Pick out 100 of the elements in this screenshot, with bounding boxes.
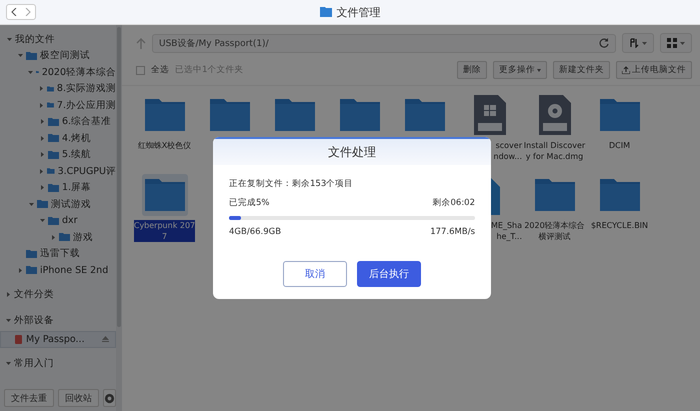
action-button[interactable]: 上传电脑文件 — [616, 61, 692, 79]
device-item[interactable]: My Passpo... — [0, 330, 116, 348]
folder-icon — [600, 179, 640, 211]
folder-icon — [274, 99, 314, 131]
section-header[interactable]: 文件分类 — [0, 284, 116, 304]
tree-item[interactable]: 游戏 — [0, 229, 116, 246]
caret-down-icon[interactable] — [18, 53, 22, 58]
sort-icon — [629, 38, 639, 48]
caret-down-icon[interactable] — [6, 361, 11, 366]
settings-icon — [104, 392, 115, 404]
folder-icon — [37, 200, 48, 208]
folder-icon — [404, 99, 444, 131]
caret-down-icon — [680, 42, 685, 44]
window-title: 文件管理 — [336, 4, 380, 20]
tree-item[interactable]: 8.实际游戏测 — [0, 80, 116, 97]
tree-item[interactable]: 测试游戏 — [0, 196, 116, 212]
settings-button[interactable] — [103, 389, 116, 407]
caret-right-icon[interactable] — [18, 268, 22, 273]
grid-icon — [667, 38, 677, 48]
folder-icon — [534, 179, 574, 211]
folder-icon — [26, 266, 37, 274]
tree-item[interactable]: 5.续航 — [0, 146, 116, 163]
caret-right-icon[interactable] — [40, 152, 44, 158]
path-field[interactable]: USB设备/My Passport(1)/ — [152, 34, 616, 52]
tree-item[interactable]: 3.CPUGPU评 — [0, 163, 116, 180]
forward-icon — [25, 8, 31, 16]
folder-icon — [144, 179, 184, 211]
tree-item[interactable]: 6.综合基准 — [0, 114, 116, 130]
folder-icon — [47, 167, 55, 176]
action-button[interactable]: 删除 — [457, 61, 487, 79]
eject-icon[interactable] — [102, 336, 109, 342]
caret-down-icon[interactable] — [6, 318, 11, 323]
file-name: Install Discover y for Mac.dmg — [524, 140, 586, 162]
caret-down-icon — [642, 42, 647, 44]
tree-item[interactable]: 2020轻薄本综合 — [0, 64, 116, 80]
folder-icon — [48, 118, 59, 126]
select-all-checkbox[interactable] — [136, 66, 145, 74]
tree-item[interactable]: iPhone SE 2nd — [0, 262, 116, 278]
action-button[interactable]: 更多操作 — [493, 61, 547, 79]
transfer-speed: 177.6MB/s — [430, 227, 475, 237]
caret-down-icon[interactable] — [40, 218, 44, 224]
caret-right-icon[interactable] — [40, 185, 44, 190]
file-name: scover ndow... — [494, 140, 522, 162]
file-name: ME_Sha he_T... — [490, 220, 522, 242]
folder-icon — [48, 134, 59, 142]
caret-right-icon[interactable] — [39, 168, 44, 174]
back-icon — [11, 8, 17, 16]
caret-down-icon[interactable] — [28, 202, 34, 207]
footer-button[interactable]: 回收站 — [58, 389, 99, 407]
tree-item[interactable]: 7.办公应用测 — [0, 97, 116, 114]
folder-icon — [59, 233, 70, 242]
folder-icon — [600, 99, 640, 131]
section-header[interactable]: 外部设备 — [0, 310, 116, 330]
cancel-button[interactable]: 取消 — [283, 261, 347, 287]
file-name: 红蜘蛛X校色仪 — [138, 140, 192, 151]
caret-right-icon[interactable] — [50, 234, 56, 240]
sort-button[interactable] — [622, 33, 654, 53]
view-button[interactable] — [660, 33, 692, 53]
upload-icon — [622, 66, 630, 74]
progress-label: 已完成5% — [229, 197, 270, 209]
disk-file-icon — [538, 95, 570, 135]
dialog-title: 文件处理 — [328, 144, 376, 160]
folder-icon — [48, 216, 59, 225]
file-name: DCIM — [608, 140, 630, 151]
file-name: $RECYCLE.BIN — [590, 220, 648, 231]
folder-icon — [210, 99, 250, 131]
file-name: Cyberpunk 207 7 — [134, 220, 196, 242]
caret-down-icon[interactable] — [28, 70, 33, 75]
drive-icon — [15, 334, 22, 344]
select-all-label: 全选 — [151, 64, 169, 76]
tree-item[interactable]: 1.屏幕 — [0, 180, 116, 196]
file-name: 2020轻薄本综合 横评测试 — [524, 220, 585, 242]
transfer-size: 4GB/66.9GB — [229, 227, 282, 237]
section-header[interactable]: 常用入门 — [0, 354, 116, 374]
copy-status: 正在复制文件：剩余153个项目 — [229, 178, 354, 190]
folder-icon — [48, 150, 59, 159]
tree-item[interactable]: 4.烤机 — [0, 130, 116, 146]
action-button[interactable]: 新建文件夹 — [553, 61, 610, 79]
caret-right-icon[interactable] — [39, 102, 44, 108]
footer-button[interactable]: 文件去重 — [4, 389, 54, 407]
folder-icon — [48, 184, 59, 192]
time-remaining: 剩余06:02 — [432, 197, 475, 209]
tree-item[interactable]: 我的文件 — [0, 31, 116, 48]
folder-icon — [26, 250, 37, 258]
caret-down-icon — [537, 68, 541, 72]
caret-right-icon[interactable] — [40, 119, 44, 124]
folder-icon — [340, 99, 380, 131]
caret-right-icon[interactable] — [39, 86, 44, 92]
caret-right-icon[interactable] — [6, 292, 11, 297]
tree-item[interactable]: 极空间测试 — [0, 48, 116, 64]
background-button[interactable]: 后台执行 — [357, 261, 421, 287]
tree-item[interactable]: dxr — [0, 212, 116, 229]
up-arrow-icon[interactable] — [136, 38, 146, 48]
caret-right-icon[interactable] — [40, 136, 44, 141]
folder-icon — [144, 99, 184, 131]
file-item[interactable] — [142, 174, 188, 216]
caret-down-icon[interactable] — [6, 36, 12, 42]
tree-item[interactable]: 迅雷下载 — [0, 246, 116, 262]
refresh-icon[interactable] — [599, 38, 609, 48]
folder-icon — [26, 52, 37, 60]
